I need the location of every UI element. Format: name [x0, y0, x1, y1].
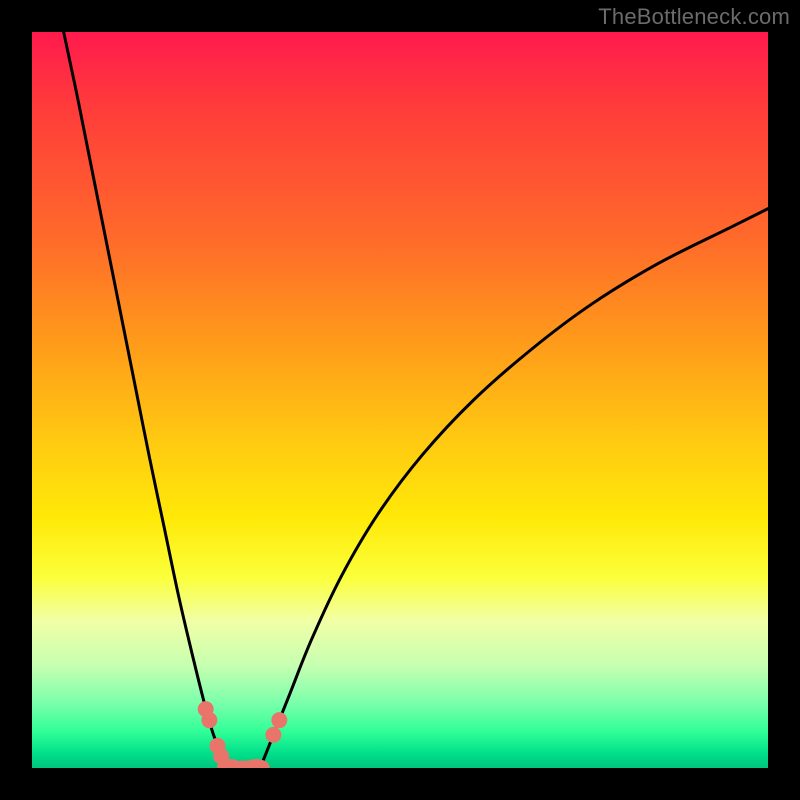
marker-bottom-3 — [243, 759, 269, 768]
chart-plot-area — [32, 32, 768, 768]
marker-left-dot-2 — [201, 712, 217, 728]
chart-frame: TheBottleneck.com — [0, 0, 800, 800]
marker-layer — [198, 701, 288, 768]
marker-right-dot-2 — [271, 712, 287, 728]
watermark-text: TheBottleneck.com — [598, 4, 790, 30]
chart-svg — [32, 32, 768, 768]
curve-layer — [64, 32, 768, 768]
marker-right-dot-1 — [265, 727, 281, 743]
series-left-curve — [64, 32, 226, 768]
series-right-curve — [260, 209, 768, 768]
